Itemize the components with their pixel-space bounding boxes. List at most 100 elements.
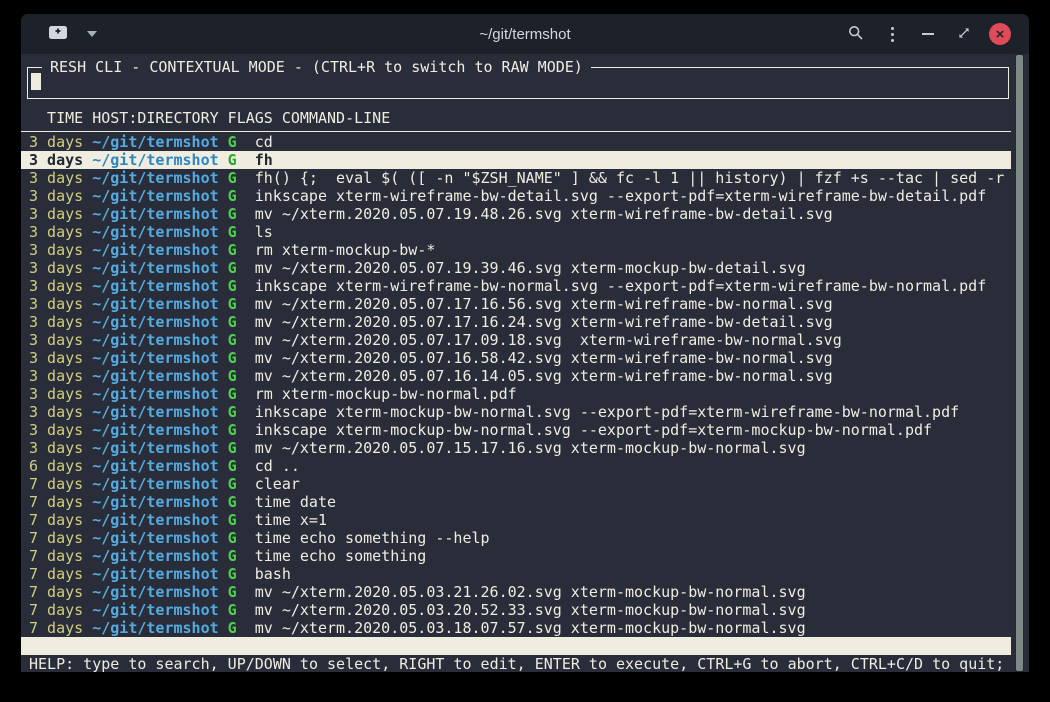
history-row[interactable]: 3 days~/git/termshotGrm xterm-mockup-bw-… [21, 385, 1011, 403]
history-table-header: TIME HOST:DIRECTORY FLAGS COMMAND-LINE [21, 109, 1011, 132]
row-command: clear [255, 475, 300, 493]
row-flags: G [228, 421, 255, 439]
new-tab-button[interactable] [43, 19, 73, 49]
row-command: ls [255, 223, 273, 241]
history-row[interactable]: 3 days~/git/termshotGmv ~/xterm.2020.05.… [21, 205, 1011, 223]
minimize-icon [922, 33, 934, 35]
history-row[interactable]: 3 days~/git/termshotGmv ~/xterm.2020.05.… [21, 349, 1011, 367]
history-row[interactable]: 3 days~/git/termshotGfh() {; eval $( ([ … [21, 169, 1011, 187]
row-directory: ~/git/termshot [92, 475, 227, 493]
row-command: mv ~/xterm.2020.05.07.16.14.05.svg xterm… [255, 367, 833, 385]
row-flags: G [228, 367, 255, 385]
history-row[interactable]: 3 days~/git/termshotGmv ~/xterm.2020.05.… [21, 259, 1011, 277]
text-cursor[interactable] [31, 73, 41, 90]
row-flags: G [228, 403, 255, 421]
row-directory: ~/git/termshot [92, 493, 227, 511]
search-button[interactable] [841, 19, 871, 49]
row-directory: ~/git/termshot [92, 259, 227, 277]
tab-chooser-button[interactable] [83, 19, 101, 49]
row-flags: G [228, 457, 255, 475]
history-rows: 3 days~/git/termshotGcd3 days~/git/terms… [21, 133, 1011, 637]
row-flags: G [228, 619, 255, 637]
history-row[interactable]: 7 days~/git/termshotGtime echo something… [21, 529, 1011, 547]
row-directory: ~/git/termshot [92, 601, 227, 619]
history-row[interactable]: 3 days~/git/termshotGmv ~/xterm.2020.05.… [21, 367, 1011, 385]
row-command: mv ~/xterm.2020.05.07.17.16.24.svg xterm… [255, 313, 833, 331]
row-directory: ~/git/termshot [92, 565, 227, 583]
history-row[interactable]: 3 days~/git/termshotGmv ~/xterm.2020.05.… [21, 295, 1011, 313]
row-flags: G [228, 313, 255, 331]
row-time: 3 days [29, 313, 92, 331]
row-time: 7 days [29, 619, 92, 637]
history-row[interactable]: 3 days~/git/termshotGinkscape xterm-wire… [21, 187, 1011, 205]
row-directory: ~/git/termshot [92, 313, 227, 331]
row-command: time x=1 [255, 511, 327, 529]
row-flags: G [228, 205, 255, 223]
row-flags: G [228, 223, 255, 241]
history-row[interactable]: 3 days~/git/termshotGmv ~/xterm.2020.05.… [21, 439, 1011, 457]
row-command: fh() {; eval $( ([ -n "$ZSH_NAME" ] && f… [255, 169, 1011, 187]
row-command: mv ~/xterm.2020.05.07.15.17.16.svg xterm… [255, 439, 806, 457]
history-row[interactable]: 6 days~/git/termshotGcd .. [21, 457, 1011, 475]
history-row[interactable]: 7 days~/git/termshotGmv ~/xterm.2020.05.… [21, 601, 1011, 619]
history-row[interactable]: 3 days~/git/termshotGcd [21, 133, 1011, 151]
row-directory: ~/git/termshot [92, 277, 227, 295]
history-row[interactable]: 7 days~/git/termshotGtime date [21, 493, 1011, 511]
row-flags: G [228, 277, 255, 295]
row-flags: G [228, 241, 255, 259]
row-command: time date [255, 493, 336, 511]
history-row[interactable]: 3 days~/git/termshotGrm xterm-mockup-bw-… [21, 241, 1011, 259]
row-command: mv ~/xterm.2020.05.03.21.26.02.svg xterm… [255, 583, 806, 601]
history-row[interactable]: 3 days~/git/termshotGinkscape xterm-mock… [21, 403, 1011, 421]
row-flags: G [228, 493, 255, 511]
row-time: 3 days [29, 331, 92, 349]
history-row[interactable]: 3 days~/git/termshotGinkscape xterm-wire… [21, 277, 1011, 295]
menu-button[interactable] [877, 19, 907, 49]
history-row[interactable]: 7 days~/git/termshotGtime echo something [21, 547, 1011, 565]
row-command: inkscape xterm-mockup-bw-normal.svg --ex… [255, 403, 959, 421]
row-directory: ~/git/termshot [92, 241, 227, 259]
row-directory: ~/git/termshot [92, 457, 227, 475]
row-time: 3 days [29, 241, 92, 259]
row-command: mv ~/xterm.2020.05.07.17.16.56.svg xterm… [255, 295, 833, 313]
row-flags: G [228, 259, 255, 277]
row-directory: ~/git/termshot [92, 223, 227, 241]
row-command: mv ~/xterm.2020.05.07.17.09.18.svg xterm… [255, 331, 842, 349]
resh-panel-title: RESH CLI - CONTEXTUAL MODE - (CTRL+R to … [42, 58, 591, 76]
scrollbar[interactable] [1015, 54, 1024, 672]
row-directory: ~/git/termshot [92, 547, 227, 565]
row-command: bash [255, 565, 291, 583]
history-row[interactable]: 3 days~/git/termshotGmv ~/xterm.2020.05.… [21, 331, 1011, 349]
history-row[interactable]: 3 days~/git/termshotGmv ~/xterm.2020.05.… [21, 313, 1011, 331]
row-command: cd .. [255, 457, 300, 475]
row-command: rm xterm-mockup-bw-* [255, 241, 436, 259]
history-row[interactable]: 7 days~/git/termshotGclear [21, 475, 1011, 493]
close-button[interactable]: × [985, 19, 1015, 49]
row-time: 3 days [29, 133, 92, 151]
row-flags: G [228, 349, 255, 367]
row-command: time echo something [255, 547, 427, 565]
row-flags: G [228, 439, 255, 457]
minimize-button[interactable] [913, 19, 943, 49]
history-row[interactable]: 3 days~/git/termshotGinkscape xterm-mock… [21, 421, 1011, 439]
history-row[interactable]: 3 days~/git/termshotGls [21, 223, 1011, 241]
row-flags: G [228, 331, 255, 349]
history-row-selected[interactable]: 3 days~/git/termshotGfh [21, 151, 1011, 169]
row-time: 3 days [29, 439, 92, 457]
scrollbar-thumb[interactable] [1016, 55, 1023, 671]
row-time: 3 days [29, 367, 92, 385]
row-flags: G [228, 529, 255, 547]
row-command: rm xterm-mockup-bw-normal.pdf [255, 385, 517, 403]
row-time: 3 days [29, 187, 92, 205]
row-directory: ~/git/termshot [92, 583, 227, 601]
restore-button[interactable] [949, 19, 979, 49]
row-command: inkscape xterm-wireframe-bw-normal.svg -… [255, 277, 987, 295]
row-directory: ~/git/termshot [92, 403, 227, 421]
row-time: 3 days [29, 421, 92, 439]
history-row[interactable]: 7 days~/git/termshotGtime x=1 [21, 511, 1011, 529]
history-row[interactable]: 7 days~/git/termshotGbash [21, 565, 1011, 583]
history-row[interactable]: 7 days~/git/termshotGmv ~/xterm.2020.05.… [21, 583, 1011, 601]
status-bar: 2020-05-08 00:34:56 tower:~/git/termshot… [21, 637, 1011, 655]
history-row[interactable]: 7 days~/git/termshotGmv ~/xterm.2020.05.… [21, 619, 1011, 637]
row-time: 3 days [29, 277, 92, 295]
